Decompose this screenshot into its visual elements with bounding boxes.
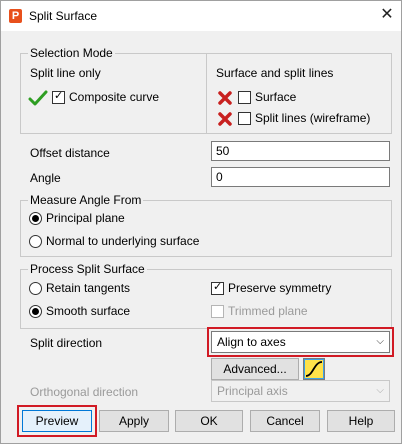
trimmed-plane-label: Trimmed plane — [228, 304, 308, 318]
title-bar: P Split Surface ✕ — [1, 1, 401, 31]
orthogonal-direction-value: Principal axis — [217, 384, 288, 398]
red-cross-icon — [218, 112, 232, 126]
retain-tangents-label: Retain tangents — [46, 281, 131, 295]
principal-plane-radio[interactable] — [29, 212, 42, 225]
chevron-down-icon: ⌵ — [376, 385, 384, 396]
normal-to-surface-label: Normal to underlying surface — [46, 234, 200, 248]
close-button[interactable]: ✕ — [377, 5, 397, 25]
split-line-only-heading: Split line only — [30, 66, 101, 80]
process-split-surface-group — [20, 269, 392, 329]
angle-label: Angle — [30, 171, 61, 185]
offset-distance-input[interactable]: 50 — [211, 141, 390, 161]
preserve-symmetry-label: Preserve symmetry — [228, 281, 332, 295]
selection-mode-label: Selection Mode — [28, 46, 115, 60]
dialog-title: Split Surface — [29, 9, 98, 23]
preview-highlight — [17, 405, 97, 437]
apply-button[interactable]: Apply — [99, 410, 169, 432]
split-direction-label: Split direction — [30, 336, 103, 350]
angle-input[interactable]: 0 — [211, 167, 390, 187]
smooth-surface-label: Smooth surface — [46, 304, 131, 318]
orthogonal-direction-label: Orthogonal direction — [30, 385, 139, 399]
green-check-icon — [28, 90, 48, 106]
offset-distance-label: Offset distance — [30, 146, 110, 160]
red-cross-icon — [218, 91, 232, 105]
principal-plane-label: Principal plane — [46, 211, 125, 225]
composite-curve-label: Composite curve — [69, 90, 160, 104]
curve-style-button[interactable] — [303, 358, 325, 380]
smooth-surface-radio[interactable] — [29, 305, 42, 318]
retain-tangents-radio[interactable] — [29, 282, 42, 295]
app-icon: P — [9, 9, 22, 23]
curve-icon — [305, 360, 323, 378]
process-split-surface-label: Process Split Surface — [28, 262, 147, 276]
split-surface-dialog: P Split Surface ✕ Selection Mode Split l… — [0, 0, 402, 444]
advanced-button[interactable]: Advanced... — [211, 358, 299, 380]
split-lines-checkbox[interactable] — [238, 112, 251, 125]
composite-curve-checkbox[interactable]: ✓ — [52, 90, 65, 104]
help-button[interactable]: Help — [327, 410, 395, 432]
surface-label: Surface — [255, 90, 297, 104]
trimmed-plane-checkbox[interactable] — [211, 305, 224, 318]
measure-angle-label: Measure Angle From — [28, 193, 144, 207]
preserve-symmetry-checkbox[interactable]: ✓ — [211, 281, 224, 295]
split-direction-highlight — [207, 327, 394, 357]
ok-button[interactable]: OK — [175, 410, 243, 432]
surface-checkbox[interactable] — [238, 91, 251, 104]
surface-and-split-lines-heading: Surface and split lines — [216, 66, 334, 80]
measure-angle-group — [20, 200, 392, 257]
cancel-button[interactable]: Cancel — [250, 410, 320, 432]
normal-to-surface-radio[interactable] — [29, 235, 42, 248]
split-lines-label: Split lines (wireframe) — [255, 111, 371, 125]
selection-mode-divider — [206, 53, 207, 133]
orthogonal-direction-select[interactable]: Principal axis ⌵ — [211, 380, 390, 402]
